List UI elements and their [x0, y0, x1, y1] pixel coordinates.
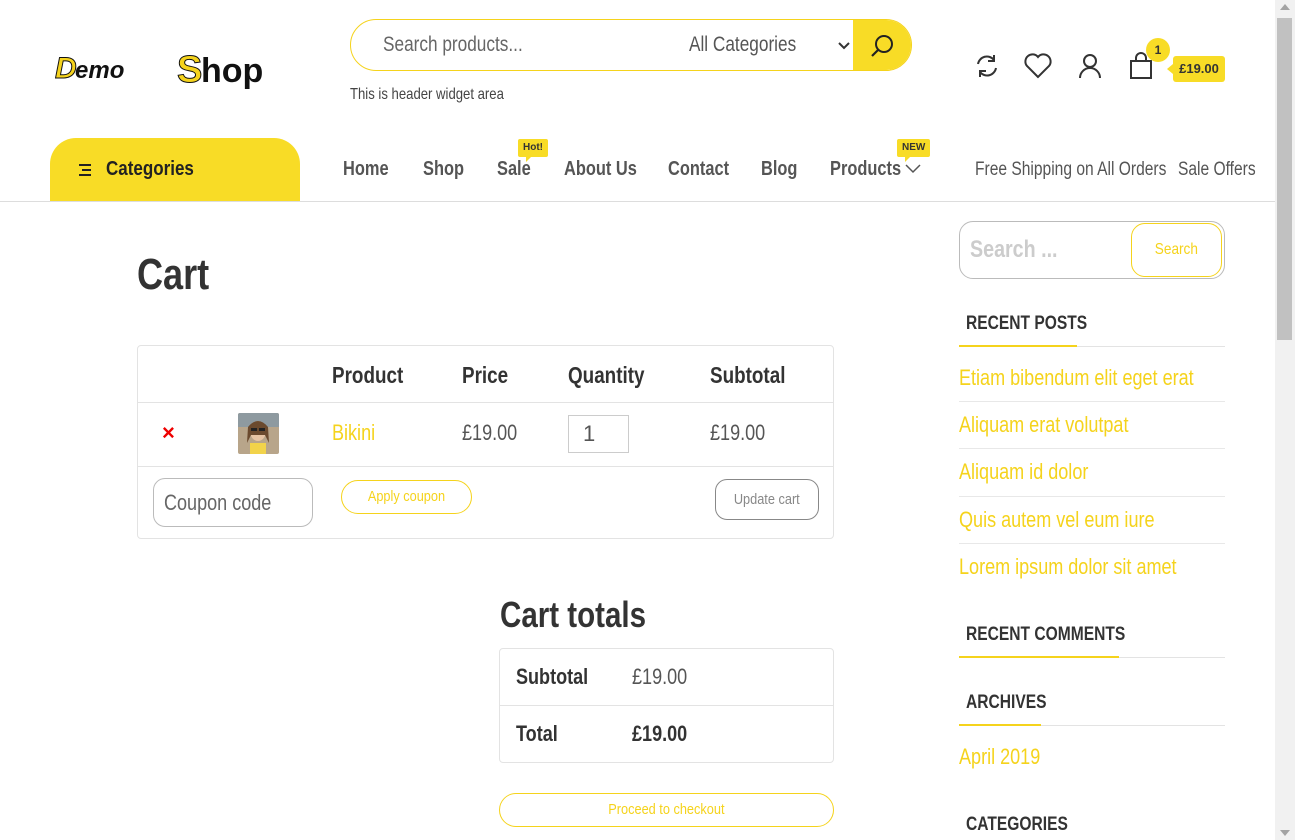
page-scrollbar[interactable]	[1275, 0, 1295, 840]
page-title: Cart	[137, 250, 210, 299]
nav-divider	[0, 201, 1275, 202]
proceed-to-checkout-button[interactable]: Proceed to checkout	[499, 793, 834, 827]
cart-totals-title: Cart totals	[500, 594, 646, 635]
search-icon	[871, 35, 893, 57]
total-value: £19.00	[632, 721, 688, 746]
widget-accent-line	[959, 724, 1041, 726]
sidebar-search-input[interactable]: Search ...	[970, 236, 1058, 264]
svg-text:D: D	[55, 52, 77, 85]
nav-contact[interactable]: Contact	[668, 158, 729, 181]
scroll-down-arrow-icon[interactable]	[1280, 830, 1290, 836]
post-divider	[959, 543, 1225, 544]
nav-products[interactable]: Products	[830, 158, 901, 181]
categories-title: CATEGORIES	[966, 814, 1068, 835]
recent-post-link[interactable]: Quis autem vel eum iure	[959, 507, 1155, 533]
category-select[interactable]: All Categories	[689, 33, 796, 57]
demo-shop-logo[interactable]: D emo S hop	[55, 48, 300, 96]
post-divider	[959, 401, 1225, 402]
svg-text:emo: emo	[75, 57, 124, 84]
nav-about-us[interactable]: About Us	[564, 158, 637, 181]
hot-badge: Hot!	[518, 139, 548, 162]
widget-accent-line	[959, 656, 1119, 658]
cart-totals-table: Subtotal £19.00 Total £19.00	[499, 648, 834, 763]
categories-label: Categories	[106, 158, 194, 180]
header-subtotal: Subtotal	[710, 362, 786, 388]
quantity-input[interactable]: 1	[568, 415, 629, 453]
cart-table: Product Price Quantity Subtotal × Bikini…	[137, 345, 834, 539]
refresh-icon	[977, 55, 997, 77]
subtotal-value: £19.00	[632, 664, 688, 689]
nav-home[interactable]: Home	[343, 158, 389, 181]
nav-blog[interactable]: Blog	[761, 158, 797, 181]
user-icon	[1079, 54, 1101, 79]
sidebar-search-label: Search	[1154, 241, 1199, 258]
widget-accent-line	[959, 345, 1077, 347]
menu-icon	[79, 163, 91, 176]
chevron-down-icon[interactable]	[904, 163, 922, 175]
product-price: £19.00	[462, 420, 518, 445]
sidebar-search: Search ... Search	[959, 221, 1225, 279]
nav-shop[interactable]: Shop	[423, 158, 464, 181]
sale-offers-link[interactable]: Sale Offers	[1178, 159, 1256, 181]
post-divider	[959, 496, 1225, 497]
header-widget-text: This is header widget area	[350, 86, 504, 103]
subtotal-label: Subtotal	[516, 664, 589, 689]
remove-item-button[interactable]: ×	[162, 420, 175, 446]
update-cart-label: Update cart	[734, 491, 800, 508]
total-label: Total	[516, 721, 558, 746]
header-product: Product	[332, 362, 404, 388]
product-name-link[interactable]: Bikini	[332, 420, 375, 446]
coupon-code-input[interactable]: Coupon code	[153, 478, 313, 527]
product-search-bar: Search products... All Categories	[350, 19, 912, 71]
update-cart-button[interactable]: Update cart	[715, 479, 819, 520]
header-price: Price	[462, 362, 509, 388]
apply-coupon-button[interactable]: Apply coupon	[341, 480, 472, 514]
compare-button[interactable]	[971, 50, 1003, 82]
recent-post-link[interactable]: Etiam bibendum elit eget erat	[959, 365, 1194, 391]
categories-menu-button[interactable]: Categories	[50, 138, 300, 201]
product-subtotal: £19.00	[710, 420, 766, 445]
svg-text:hop: hop	[201, 52, 263, 90]
account-button[interactable]	[1074, 50, 1106, 82]
scroll-up-arrow-icon[interactable]	[1280, 4, 1290, 10]
cart-total-badge[interactable]: £19.00	[1167, 56, 1225, 82]
free-shipping-link[interactable]: Free Shipping on All Orders	[975, 159, 1166, 181]
row-divider	[138, 402, 833, 403]
recent-post-link[interactable]: Lorem ipsum dolor sit amet	[959, 554, 1177, 580]
row-divider	[138, 466, 833, 467]
scrollbar-thumb[interactable]	[1277, 18, 1292, 340]
heart-icon	[1024, 53, 1052, 79]
search-button[interactable]	[853, 20, 911, 70]
row-divider	[500, 705, 833, 706]
new-badge: NEW	[897, 139, 931, 162]
header-quantity: Quantity	[568, 362, 645, 388]
recent-post-link[interactable]: Aliquam erat volutpat	[959, 412, 1128, 438]
chevron-down-icon	[838, 42, 850, 50]
post-divider	[959, 448, 1225, 449]
recent-posts-title: RECENT POSTS	[966, 313, 1088, 334]
coupon-placeholder: Coupon code	[164, 490, 272, 515]
archives-title: ARCHIVES	[966, 692, 1047, 713]
cart-count-badge: 1	[1146, 38, 1170, 62]
sidebar-search-button[interactable]: Search	[1131, 223, 1222, 277]
svg-text:S: S	[177, 49, 202, 91]
recent-comments-title: RECENT COMMENTS	[966, 624, 1126, 645]
checkout-label: Proceed to checkout	[608, 801, 725, 818]
apply-coupon-label: Apply coupon	[367, 488, 446, 505]
wishlist-button[interactable]	[1022, 50, 1054, 82]
product-thumbnail[interactable]	[238, 413, 279, 454]
archive-link[interactable]: April 2019	[959, 744, 1040, 770]
search-input[interactable]: Search products...	[383, 33, 523, 57]
recent-post-link[interactable]: Aliquam id dolor	[959, 459, 1088, 485]
